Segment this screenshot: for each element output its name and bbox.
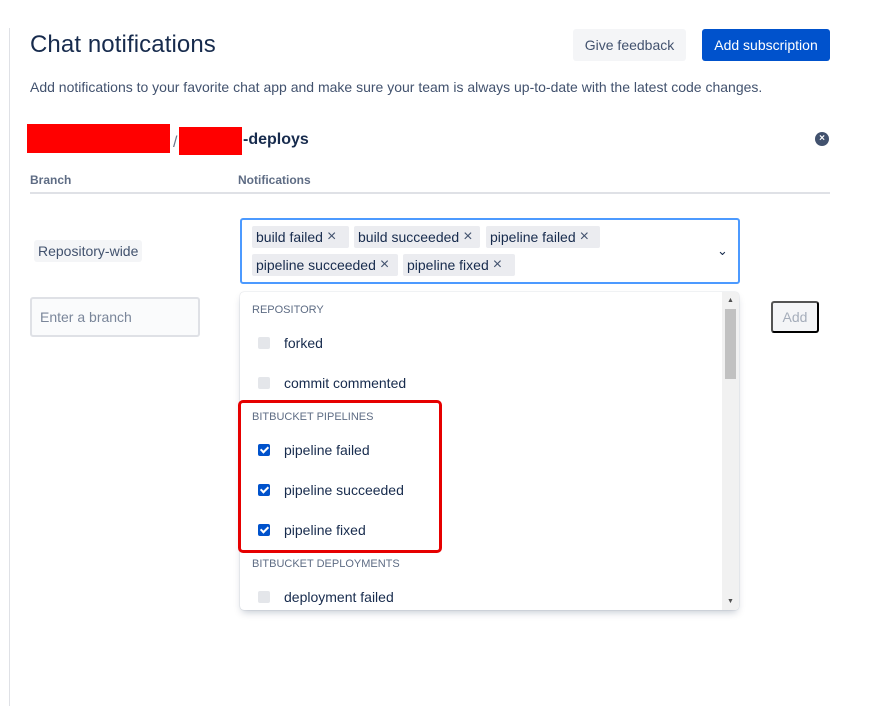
repo-name: -deploys xyxy=(243,131,309,148)
scrollbar-thumb[interactable] xyxy=(725,309,736,379)
column-header-branch: Branch xyxy=(30,173,72,187)
redacted-workspace-name xyxy=(27,124,170,153)
checkbox-checked[interactable] xyxy=(258,524,270,536)
group-heading-deployments: Bitbucket Deployments xyxy=(252,558,400,570)
redacted-repo-prefix xyxy=(179,127,242,155)
checkbox[interactable] xyxy=(258,377,270,389)
chip-label: build succeeded xyxy=(358,229,460,245)
page-left-divider xyxy=(9,28,10,706)
option-label: pipeline fixed xyxy=(284,522,366,538)
option-label: forked xyxy=(284,335,323,351)
chip-remove-icon[interactable]: × xyxy=(580,228,589,246)
dropdown-scrollbar[interactable]: ▲ ▼ xyxy=(722,292,739,610)
group-heading-pipelines: Bitbucket Pipelines xyxy=(252,411,374,423)
chip-remove-icon[interactable]: × xyxy=(380,256,389,274)
checkbox-checked[interactable] xyxy=(258,444,270,456)
chip-build-failed: build failed × xyxy=(252,226,349,248)
page-title: Chat notifications xyxy=(30,31,216,58)
page-description: Add notifications to your favorite chat … xyxy=(30,79,763,95)
option-label: pipeline failed xyxy=(284,442,370,458)
chip-remove-icon[interactable]: × xyxy=(493,256,502,274)
option-label: deployment failed xyxy=(284,589,394,605)
give-feedback-button[interactable]: Give feedback xyxy=(573,29,686,61)
notifications-dropdown-menu: Repository forked commit commented Bitbu… xyxy=(240,292,739,610)
option-pipeline-fixed[interactable]: pipeline fixed xyxy=(240,510,721,550)
notifications-multi-select[interactable]: build failed × build succeeded × pipelin… xyxy=(240,218,740,284)
repo-path-separator: / xyxy=(173,134,178,151)
chip-label: pipeline failed xyxy=(490,229,576,245)
scroll-down-arrow-icon[interactable]: ▼ xyxy=(727,598,734,605)
chip-remove-icon[interactable]: × xyxy=(463,228,472,246)
option-pipeline-succeeded[interactable]: pipeline succeeded xyxy=(240,470,721,510)
chip-build-succeeded: build succeeded × xyxy=(354,226,480,248)
chip-label: pipeline succeeded xyxy=(256,257,376,273)
chip-remove-icon[interactable]: × xyxy=(327,228,336,246)
checkbox[interactable] xyxy=(258,337,270,349)
option-pipeline-failed[interactable]: pipeline failed xyxy=(240,430,721,470)
chevron-down-icon[interactable]: ⌄ xyxy=(717,243,728,259)
remove-subscription-icon[interactable]: × xyxy=(815,132,829,146)
chip-pipeline-failed: pipeline failed × xyxy=(486,226,600,248)
chip-label: build failed xyxy=(256,229,323,245)
column-header-notifications: Notifications xyxy=(238,173,311,187)
chip-label: pipeline fixed xyxy=(407,257,489,273)
option-label: commit commented xyxy=(284,375,407,391)
option-deployment-failed[interactable]: deployment failed xyxy=(240,577,721,610)
add-subscription-button[interactable]: Add subscription xyxy=(702,29,830,61)
option-label: pipeline succeeded xyxy=(284,482,404,498)
branch-input[interactable] xyxy=(30,297,200,337)
add-branch-button[interactable]: Add xyxy=(771,301,819,333)
checkbox[interactable] xyxy=(258,591,270,603)
option-commit-commented[interactable]: commit commented xyxy=(240,363,721,403)
group-heading-repository: Repository xyxy=(252,304,324,316)
header-divider xyxy=(30,192,830,194)
scroll-up-arrow-icon[interactable]: ▲ xyxy=(727,297,734,304)
option-forked[interactable]: forked xyxy=(240,323,721,363)
checkbox-checked[interactable] xyxy=(258,484,270,496)
branch-scope-label: Repository-wide xyxy=(34,240,143,262)
chip-pipeline-fixed: pipeline fixed × xyxy=(403,254,515,276)
chip-pipeline-succeeded: pipeline succeeded × xyxy=(252,254,398,276)
